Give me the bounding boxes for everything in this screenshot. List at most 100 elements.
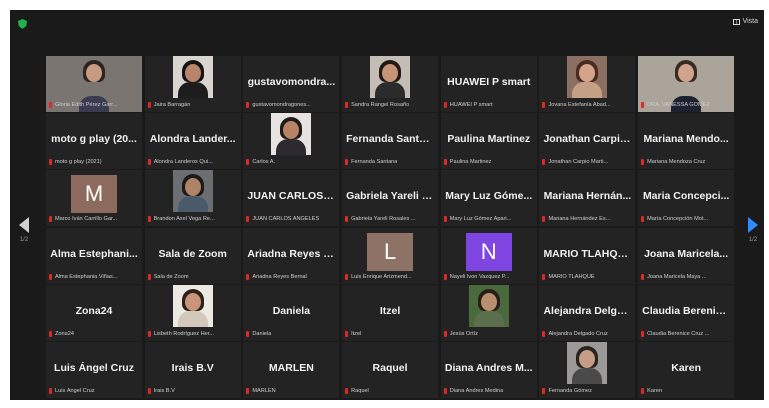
participant-tile[interactable]: Alondra Lander... Alondra Landeros Qui... — [144, 113, 241, 170]
participant-tile[interactable]: Ariadna Reyes B... Ariadna Reyes Bernal — [243, 227, 340, 284]
participant-tile[interactable]: Gabriela Yareli R... Gabriela Yareli Rosa… — [342, 170, 439, 227]
participant-display-name: Luis Ángel Cruz — [54, 361, 134, 374]
participant-tile[interactable]: Daniela Daniela — [243, 284, 340, 341]
participant-label: Itzel — [345, 330, 435, 338]
video-person-face — [678, 64, 695, 82]
participant-tile[interactable]: Zona24 Zona24 — [46, 284, 142, 341]
muted-mic-icon — [147, 159, 151, 166]
avatar-initial: N — [465, 232, 512, 271]
view-button[interactable]: Vista — [732, 18, 758, 25]
video-person-body — [572, 367, 603, 384]
participant-label: Ariadna Reyes Bernal — [246, 273, 336, 281]
participant-full-name: Raquel — [351, 387, 369, 394]
participant-tile[interactable]: Brandon Axel Vega Re... — [144, 170, 241, 227]
participant-display-name: Sala de Zoom — [158, 247, 227, 260]
participant-label: Sandra Rangel Rosaño — [345, 101, 435, 109]
participant-tile[interactable]: DRA. VANESSA GÓMEZ — [638, 56, 735, 112]
participant-full-name: Luis Enrique Arizmend... — [351, 273, 412, 280]
muted-mic-icon — [345, 216, 349, 223]
participant-label: HUAWEI P smart — [443, 101, 534, 109]
video-person-face — [480, 292, 497, 311]
security-shield-icon[interactable] — [18, 19, 27, 29]
participant-tile[interactable]: JUAN CARLOS A... JUAN CARLOS ANGELES — [243, 170, 340, 227]
participant-tile[interactable]: Sala de Zoom Sala de Zoom — [144, 227, 241, 284]
participant-video — [172, 284, 213, 327]
participant-tile[interactable]: N Nayeli Ivon Vazquez P... — [440, 227, 537, 284]
participant-tile[interactable]: Irais B.V Irais B.V — [144, 341, 241, 398]
muted-mic-icon — [443, 159, 447, 166]
participant-tile[interactable]: gustavomondra... gustavomondragones... — [243, 56, 340, 112]
participant-tile[interactable]: Fernanda Gómez — [539, 341, 636, 398]
muted-mic-icon — [147, 387, 151, 394]
participant-tile[interactable]: Maria Concepci... María Concepción Mot... — [638, 170, 735, 227]
participant-full-name: Brandon Axel Vega Re... — [153, 216, 215, 223]
participant-full-name: Nayeli Ivon Vazquez P... — [449, 273, 510, 280]
participant-display-name: Maria Concepci... — [642, 190, 730, 203]
participant-label: Gloria Edith Pérez Garr... — [49, 101, 139, 109]
participant-tile[interactable]: Alejandra Delga... Alejandra Delgado Cruz — [539, 284, 636, 341]
participant-label: Marco Iván Carrillo Gar... — [49, 215, 139, 223]
muted-mic-icon — [345, 387, 349, 394]
participant-tile[interactable]: Fernanda Santana Fernanda Santana — [342, 113, 439, 170]
muted-mic-icon — [641, 387, 645, 394]
muted-mic-icon — [542, 387, 546, 394]
participant-tile[interactable]: Carlos A. — [243, 113, 340, 170]
participant-label: MARLEN — [246, 387, 336, 395]
participant-tile[interactable]: Itzel Itzel — [342, 284, 439, 341]
participant-full-name: Jaira Barragán — [153, 102, 191, 108]
next-page-button[interactable]: 1/2 — [748, 217, 758, 243]
participant-tile[interactable]: Karen Karen — [638, 341, 735, 398]
participant-tile[interactable]: Mariana Mendo... Mariana Mendoza Cruz — [638, 113, 735, 170]
video-person-face — [579, 64, 596, 82]
muted-mic-icon — [49, 159, 52, 166]
participant-tile[interactable]: Jonathan Carpio... Jonathan Carpio Marti.… — [539, 113, 636, 170]
participant-full-name: Daniela — [252, 330, 272, 337]
participant-video — [271, 113, 312, 156]
participant-tile[interactable]: moto g play (20... moto g play (2021) — [46, 113, 142, 170]
participant-tile[interactable]: M Marco Iván Carrillo Gar... — [46, 170, 142, 227]
video-person-face — [283, 121, 300, 140]
participant-tile[interactable]: Diana Andres M... Diana Andres Medina — [440, 341, 537, 398]
muted-mic-icon — [246, 159, 250, 166]
participant-tile[interactable]: Mariana Hernán... Mariana Hernández Es... — [539, 170, 636, 227]
participant-label: Alma Estephania Viñas... — [49, 273, 139, 281]
video-person-face — [382, 64, 399, 82]
participant-tile[interactable]: Sandra Rangel Rosaño — [342, 56, 439, 112]
participant-tile[interactable]: Jesús Ortíz — [440, 284, 537, 341]
participant-tile[interactable]: MARIO TLAHQUE MARIO TLAHQUE — [539, 227, 636, 284]
participant-tile[interactable]: L Luis Enrique Arizmend... — [342, 227, 439, 284]
participant-full-name: Luis Ángel Cruz — [55, 387, 95, 394]
video-person-face — [184, 292, 201, 311]
muted-mic-icon — [345, 102, 349, 108]
participant-label: Diana Andres Medina — [443, 387, 534, 395]
gallery-view-icon — [732, 18, 740, 25]
participant-tile[interactable]: Jaira Barragán — [144, 56, 241, 112]
participant-display-name: Mary Luz Góme... — [445, 190, 533, 203]
muted-mic-icon — [641, 102, 645, 108]
participant-gallery: Gloria Edith Pérez Garr... Jaira Barragán… — [46, 56, 736, 398]
participant-label: Luis Enrique Arizmend... — [345, 273, 435, 281]
video-person-face — [579, 349, 596, 368]
video-person-body — [276, 139, 307, 156]
participant-full-name: Sala de Zoom — [153, 273, 189, 280]
participant-tile[interactable]: Gloria Edith Pérez Garr... — [46, 56, 142, 112]
participant-tile[interactable]: Mary Luz Góme... Mary Luz Gómez Apari... — [440, 170, 537, 227]
participant-tile[interactable]: Alma Estephani... Alma Estephania Viñas..… — [46, 227, 142, 284]
participant-tile[interactable]: Paulina Martinez Paulina Martinez — [440, 113, 537, 170]
participant-tile[interactable]: Claudia Berenic... Claudia Berenice Cruz … — [638, 284, 735, 341]
participant-tile[interactable]: MARLEN MARLEN — [243, 341, 340, 398]
muted-mic-icon — [49, 387, 52, 394]
participant-full-name: Mary Luz Gómez Apari... — [449, 216, 512, 223]
participant-video — [370, 56, 411, 98]
participant-tile[interactable]: Raquel Raquel — [342, 341, 439, 398]
participant-tile[interactable]: Joana Maricela... Joana Maricela Maya ... — [638, 227, 735, 284]
participant-display-name: Fernanda Santana — [346, 133, 435, 146]
participant-display-name: Zona24 — [75, 304, 113, 317]
participant-tile[interactable]: Lisbeth Rodríguez Her... — [144, 284, 241, 341]
participant-tile[interactable]: HUAWEI P smart HUAWEI P smart — [440, 56, 537, 112]
previous-page-button[interactable]: 1/2 — [19, 217, 29, 243]
participant-full-name: Ariadna Reyes Bernal — [252, 273, 307, 280]
participant-tile[interactable]: Luis Ángel Cruz Luis Ángel Cruz — [46, 341, 142, 398]
video-person-face — [184, 64, 201, 82]
participant-tile[interactable]: Jovana Estefanía Abad... — [539, 56, 636, 112]
